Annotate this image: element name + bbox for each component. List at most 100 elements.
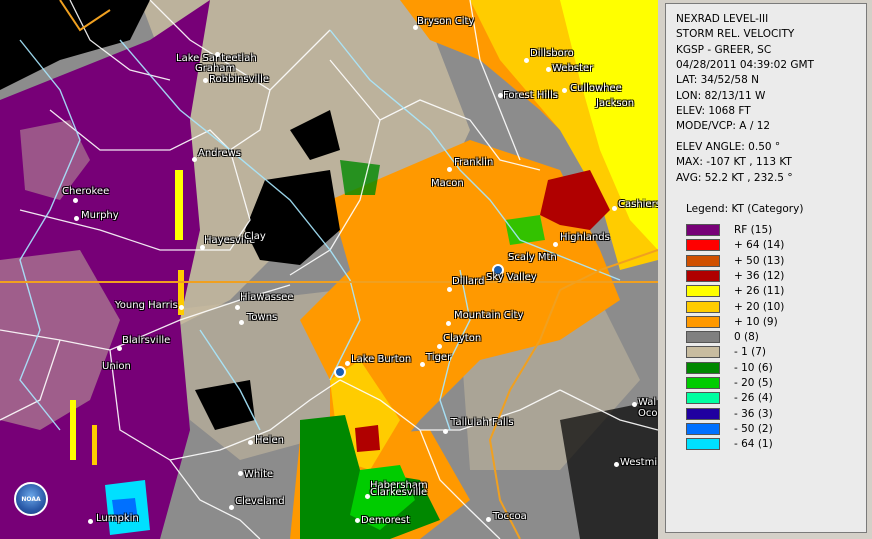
city-label: White: [244, 469, 274, 480]
info-line: ELEV: 1068 FT: [676, 104, 751, 117]
city-label: Dillard: [452, 276, 485, 287]
radar-site-icon[interactable]: [334, 366, 346, 378]
legend-title: Legend: KT (Category): [686, 203, 804, 215]
info-line: NEXRAD LEVEL-III: [676, 13, 769, 25]
legend-label: + 50 (13): [734, 254, 785, 267]
legend-label: - 20 (5): [734, 377, 773, 389]
city-dot-icon: [235, 305, 240, 310]
city-dot-icon: [447, 167, 452, 172]
legend-swatch: [686, 239, 720, 252]
city-dot-icon: [345, 361, 350, 366]
city-dot-icon: [524, 58, 529, 63]
radar-imagery: [0, 0, 658, 539]
city-dot-icon: [614, 462, 619, 467]
city-dot-icon: [215, 52, 220, 57]
city-label: Robbinsville: [209, 74, 270, 85]
legend-swatch: [686, 269, 720, 282]
legend-swatch: [686, 422, 720, 435]
city-dot-icon: [443, 429, 448, 434]
legend-row: - 50 (2): [686, 422, 856, 437]
city-label: Helen: [255, 435, 284, 446]
city-dot-icon: [238, 471, 243, 476]
radar-map[interactable]: Bryson City Dillsboro Webster Cullowhee …: [0, 0, 658, 539]
legend-swatch: [686, 285, 720, 298]
city-label: Webster: [552, 63, 594, 74]
legend-label: + 64 (14): [734, 239, 785, 252]
city-label: Graham: [195, 63, 236, 74]
city-label: Cullowhee: [570, 83, 622, 94]
city-label: Towns: [247, 312, 278, 323]
legend-swatch: [686, 315, 720, 328]
city-label: Highlands: [560, 232, 610, 243]
city-label: Bryson City: [417, 16, 475, 27]
city-dot-icon: [73, 198, 78, 203]
city-label: Jackson: [596, 98, 635, 109]
info-line: LAT: 34/52/58 N: [676, 74, 759, 87]
city-label: Cleveland: [235, 496, 285, 507]
legend-swatch: [686, 331, 720, 344]
city-label: Union: [102, 361, 131, 372]
city-label: Scaly Mtn: [508, 252, 557, 263]
legend-swatch: [686, 438, 720, 451]
info-line: 04/28/2011 04:39:02 GMT: [676, 58, 814, 71]
city-label: Tallulah Falls: [451, 417, 514, 428]
legend-swatch: [686, 346, 720, 359]
legend-swatch: [686, 361, 720, 374]
city-label: Oco: [638, 408, 658, 419]
info-line: KGSP - GREER, SC: [676, 43, 772, 56]
city-label: Franklin: [454, 157, 494, 168]
legend-label: - 64 (1): [734, 438, 773, 451]
legend-label: + 10 (9): [734, 315, 778, 328]
legend-row: RF (15): [686, 224, 856, 238]
city-dot-icon: [88, 519, 93, 524]
city-label: Sky Valley: [486, 272, 537, 283]
city-dot-icon: [632, 402, 637, 407]
city-label: Hiawassee: [240, 292, 294, 303]
city-label: Blairsville: [122, 335, 171, 346]
city-label: Mountain City: [454, 310, 524, 321]
info-panel: NEXRAD LEVEL-III STORM REL. VELOCITY KGSP …: [665, 3, 867, 533]
city-dot-icon: [553, 242, 558, 247]
city-dot-icon: [229, 505, 234, 510]
city-dot-icon: [437, 344, 442, 349]
city-label: Andrews: [198, 148, 241, 159]
city-dot-icon: [239, 320, 244, 325]
legend-row: - 20 (5): [686, 377, 856, 391]
city-dot-icon: [447, 287, 452, 292]
legend-label: + 26 (11): [734, 285, 785, 298]
noaa-logo: NOAA: [14, 482, 48, 516]
info-line: STORM REL. VELOCITY: [676, 28, 795, 41]
city-label: Cashiers: [618, 199, 658, 210]
city-label: Clarkesville: [370, 487, 428, 498]
legend-row: - 1 (7): [686, 346, 856, 360]
legend-swatch: [686, 254, 720, 267]
city-label: Clay: [244, 231, 266, 242]
legend-label: - 50 (2): [734, 422, 773, 435]
info-line: MAX: -107 KT , 113 KT: [676, 156, 792, 169]
city-label: Lumpkin: [96, 513, 139, 524]
info-line: ELEV ANGLE: 0.50 °: [676, 141, 781, 153]
legend-row: - 10 (6): [686, 361, 856, 376]
city-dot-icon: [446, 321, 451, 326]
city-label: Cherokee: [62, 186, 110, 197]
city-dot-icon: [203, 78, 208, 83]
legend-row: + 36 (12): [686, 269, 856, 284]
legend-row: - 26 (4): [686, 392, 856, 406]
info-line: LON: 82/13/11 W: [676, 89, 766, 102]
city-label: Tiger: [426, 352, 452, 363]
city-label: Wal: [638, 397, 657, 408]
city-dot-icon: [612, 206, 617, 211]
city-label: Murphy: [81, 210, 119, 221]
city-label: Forest Hills: [503, 90, 558, 101]
noaa-logo-text: NOAA: [21, 496, 41, 503]
city-dot-icon: [74, 216, 79, 221]
city-dot-icon: [562, 88, 567, 93]
city-label: Dillsboro: [530, 48, 574, 59]
city-dot-icon: [355, 518, 360, 523]
legend-swatch: [686, 377, 720, 389]
legend-row: + 26 (11): [686, 285, 856, 299]
city-label: Lake Burton: [351, 354, 412, 365]
city-label: Macon: [431, 178, 464, 189]
city-label: Clayton: [443, 333, 482, 344]
city-label: Westmi: [620, 457, 658, 468]
